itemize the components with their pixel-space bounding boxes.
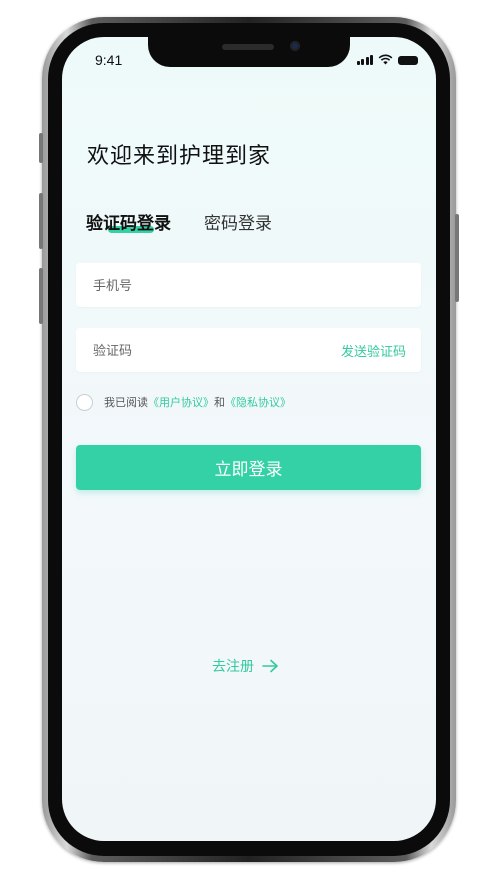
app-screen: 9:41 欢迎来到护理到家 验证码登录 密码登录 发送验证码 我已阅读《用户协议… bbox=[62, 37, 436, 841]
mute-switch bbox=[39, 133, 43, 163]
agreement-text: 我已阅读《用户协议》和《隐私协议》 bbox=[104, 394, 291, 410]
signal-icon bbox=[356, 55, 373, 65]
register-link[interactable]: 去注册 bbox=[212, 656, 279, 676]
agreement-checkbox[interactable] bbox=[76, 393, 93, 411]
register-label: 去注册 bbox=[212, 659, 254, 675]
agreement-row: 我已阅读《用户协议》和《隐私协议》 bbox=[76, 392, 291, 412]
page-title: 欢迎来到护理到家 bbox=[87, 144, 272, 169]
battery-icon bbox=[398, 56, 418, 65]
volume-down-button bbox=[39, 268, 43, 324]
notch bbox=[148, 37, 350, 67]
speaker-grille bbox=[222, 44, 274, 50]
phone-input[interactable] bbox=[91, 263, 325, 309]
volume-up-button bbox=[39, 193, 43, 249]
privacy-policy-link[interactable]: 《隐私协议》 bbox=[225, 396, 291, 409]
verification-code-input[interactable] bbox=[91, 328, 325, 374]
login-button[interactable]: 立即登录 bbox=[76, 445, 421, 490]
tab-password-login[interactable]: 密码登录 bbox=[204, 209, 272, 234]
code-field-container: 发送验证码 bbox=[76, 328, 421, 374]
power-button bbox=[455, 214, 459, 302]
phone-field-container bbox=[76, 263, 421, 309]
front-camera bbox=[290, 41, 300, 51]
send-code-button[interactable]: 发送验证码 bbox=[341, 341, 406, 360]
wifi-icon bbox=[378, 54, 393, 65]
status-icons bbox=[356, 53, 418, 65]
status-time: 9:41 bbox=[95, 52, 123, 68]
user-agreement-link[interactable]: 《用户协议》 bbox=[148, 396, 214, 409]
arrow-right-icon bbox=[262, 659, 278, 673]
tab-sms-login[interactable]: 验证码登录 bbox=[86, 209, 171, 234]
agreement-conjunction: 和 bbox=[214, 396, 225, 409]
agreement-prefix: 我已阅读 bbox=[104, 396, 148, 409]
